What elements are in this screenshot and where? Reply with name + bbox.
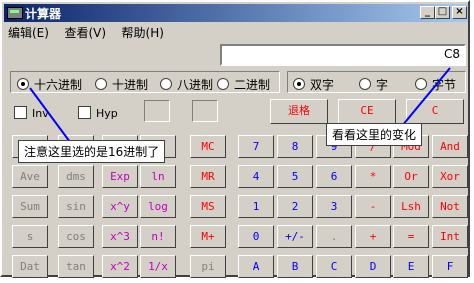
- key-button[interactable]: M+: [190, 225, 226, 248]
- parenthesis-indicator: [192, 100, 218, 122]
- result-display: C8: [220, 44, 466, 66]
- key-button[interactable]: MC: [190, 135, 226, 158]
- key-button[interactable]: E: [393, 255, 429, 278]
- word-size-radio-group: 双字 字 字节: [287, 71, 466, 93]
- backspace-button[interactable]: 退格: [270, 99, 328, 124]
- radio-hex[interactable]: 十六进制: [17, 76, 82, 93]
- key-button[interactable]: +/-: [277, 225, 313, 248]
- key-button[interactable]: 3: [316, 195, 352, 218]
- key-button[interactable]: s: [12, 225, 48, 248]
- key-button[interactable]: 1: [238, 195, 274, 218]
- menu-help[interactable]: 帮助(H): [122, 26, 164, 40]
- key-button[interactable]: sin: [58, 195, 94, 218]
- key-button[interactable]: .: [316, 225, 352, 248]
- radio-qword[interactable]: 双字: [293, 76, 334, 93]
- radio-dec-label: 十进制: [112, 78, 149, 92]
- key-button[interactable]: ln: [140, 165, 176, 188]
- hyp-label: Hyp: [96, 107, 118, 120]
- key-button[interactable]: Int: [432, 225, 468, 248]
- key-button[interactable]: *: [355, 165, 391, 188]
- menu-bar: 编辑(E) 查看(V) 帮助(H): [8, 24, 176, 40]
- ce-button[interactable]: CE: [338, 99, 396, 124]
- key-button[interactable]: Exp: [102, 165, 138, 188]
- minimize-button[interactable]: _: [420, 6, 435, 19]
- key-button[interactable]: x^2: [102, 255, 138, 278]
- key-button[interactable]: -: [355, 195, 391, 218]
- clear-button[interactable]: C: [406, 99, 464, 124]
- key-button[interactable]: Dat: [12, 255, 48, 278]
- key-button[interactable]: 0: [238, 225, 274, 248]
- base-radio-group: 十六进制 十进制 八进制 二进制: [10, 71, 280, 93]
- key-button[interactable]: Sum: [12, 195, 48, 218]
- radio-oct[interactable]: 八进制: [160, 76, 213, 93]
- key-button[interactable]: MS: [190, 195, 226, 218]
- checkbox-icon: [14, 106, 27, 119]
- window-title: 计算器: [25, 7, 62, 21]
- radio-icon: [415, 78, 427, 90]
- key-button[interactable]: Not: [432, 195, 468, 218]
- radio-dec[interactable]: 十进制: [95, 76, 148, 93]
- radio-qword-label: 双字: [310, 78, 335, 92]
- radio-icon: [160, 78, 172, 90]
- radio-byte-label: 字节: [432, 78, 457, 92]
- key-button[interactable]: 7: [238, 135, 274, 158]
- close-button[interactable]: ×: [452, 6, 467, 19]
- key-button[interactable]: tan: [58, 255, 94, 278]
- key-button[interactable]: cos: [58, 225, 94, 248]
- key-button[interactable]: +: [355, 225, 391, 248]
- key-button[interactable]: Or: [393, 165, 429, 188]
- key-button[interactable]: MR: [190, 165, 226, 188]
- key-button[interactable]: 1/x: [140, 255, 176, 278]
- key-button[interactable]: n!: [140, 225, 176, 248]
- maximize-button[interactable]: □: [435, 6, 450, 19]
- radio-byte[interactable]: 字节: [415, 76, 456, 93]
- key-button[interactable]: And: [432, 135, 468, 158]
- calculator-app-icon: [7, 7, 23, 19]
- key-button[interactable]: dms: [58, 165, 94, 188]
- radio-hex-label: 十六进制: [34, 78, 83, 92]
- key-button[interactable]: 2: [277, 195, 313, 218]
- key-button[interactable]: D: [355, 255, 391, 278]
- key-button[interactable]: 8: [277, 135, 313, 158]
- checkbox-icon: [78, 106, 91, 119]
- radio-bin-label: 二进制: [234, 78, 271, 92]
- key-button[interactable]: x^y: [102, 195, 138, 218]
- title-bar[interactable]: 计算器 _ □ ×: [4, 4, 468, 22]
- key-button[interactable]: B: [277, 255, 313, 278]
- radio-oct-label: 八进制: [177, 78, 214, 92]
- radio-bin[interactable]: 二进制: [217, 76, 270, 93]
- inv-label: Inv: [32, 107, 49, 120]
- inv-checkbox[interactable]: Inv: [14, 106, 49, 120]
- radio-selected-icon: [17, 78, 29, 90]
- menu-view[interactable]: 查看(V): [64, 26, 106, 40]
- key-button[interactable]: 5: [277, 165, 313, 188]
- annotation-callout-right: 看看这里的变化: [326, 123, 423, 146]
- radio-icon: [217, 78, 229, 90]
- hyp-checkbox[interactable]: Hyp: [78, 106, 118, 120]
- key-button[interactable]: C: [316, 255, 352, 278]
- memory-indicator: [144, 100, 170, 122]
- radio-icon: [95, 78, 107, 90]
- key-button[interactable]: pi: [190, 255, 226, 278]
- annotation-callout-left: 注意这里选的是16进制了: [18, 140, 166, 163]
- radio-icon: [359, 78, 371, 90]
- key-button[interactable]: A: [238, 255, 274, 278]
- radio-word[interactable]: 字: [359, 76, 388, 93]
- calculator-window: 计算器 _ □ × 编辑(E) 查看(V) 帮助(H) C8 十六进制 十进制 …: [0, 0, 470, 278]
- key-button[interactable]: Xor: [432, 165, 468, 188]
- menu-edit[interactable]: 编辑(E): [8, 26, 49, 40]
- key-button[interactable]: log: [140, 195, 176, 218]
- radio-selected-icon: [293, 78, 305, 90]
- key-button[interactable]: Lsh: [393, 195, 429, 218]
- key-button[interactable]: x^3: [102, 225, 138, 248]
- key-button[interactable]: =: [393, 225, 429, 248]
- key-button[interactable]: 4: [238, 165, 274, 188]
- radio-word-label: 字: [376, 78, 389, 92]
- key-button[interactable]: Ave: [12, 165, 48, 188]
- key-button[interactable]: 6: [316, 165, 352, 188]
- key-button[interactable]: F: [432, 255, 468, 278]
